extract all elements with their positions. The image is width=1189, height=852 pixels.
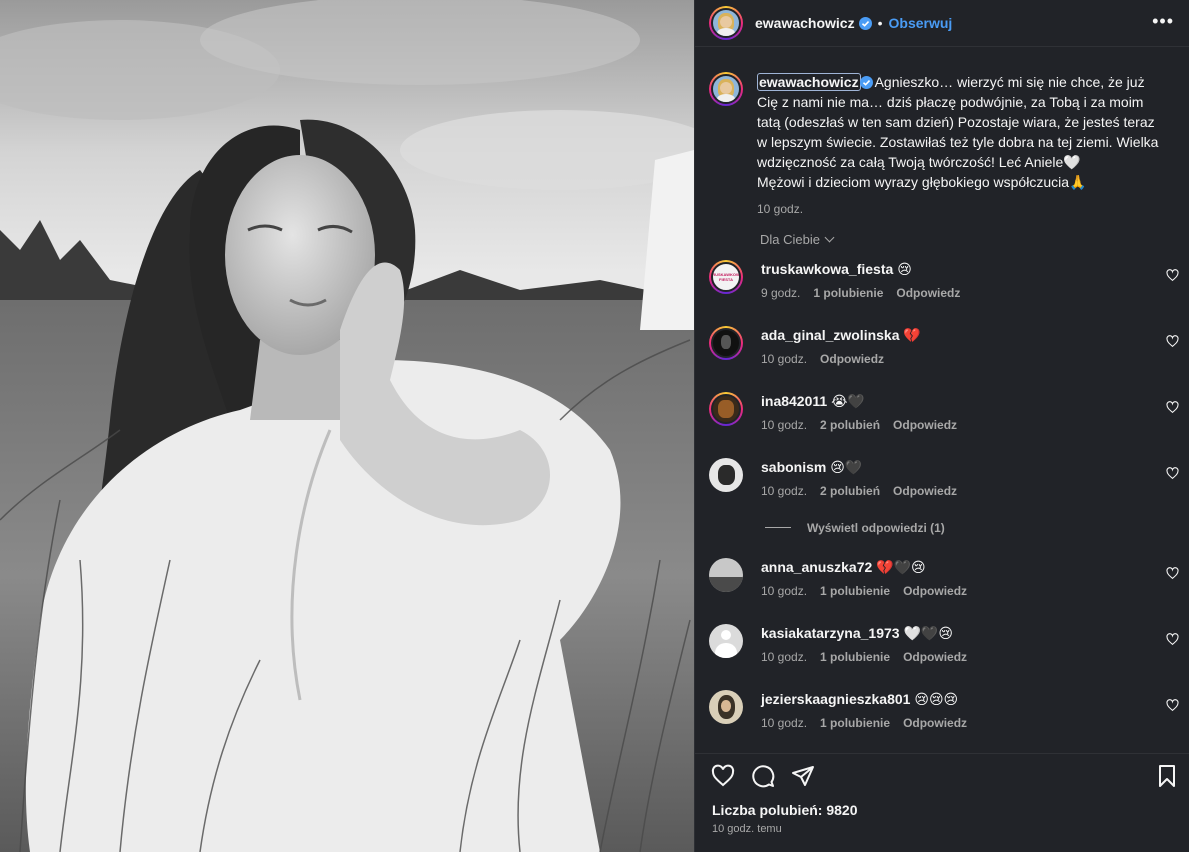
separator-dot: • bbox=[877, 15, 883, 31]
comment-item: anna_anuszka72 💔🖤😢 10 godz. 1 polubienie O… bbox=[709, 558, 1179, 618]
reply-button[interactable]: Odpowiedz bbox=[903, 650, 967, 664]
commenter-avatar[interactable] bbox=[709, 458, 743, 492]
chevron-down-icon bbox=[824, 232, 835, 243]
author-avatar[interactable] bbox=[709, 6, 743, 40]
post-actions bbox=[711, 764, 815, 788]
heart-icon[interactable] bbox=[1166, 633, 1179, 646]
avatar-logo-text: TRUSKAWKOWA FIESTA bbox=[711, 272, 741, 282]
comment-item: sabonism 😢🖤 10 godz. 2 polubień Odpowiedz bbox=[709, 458, 1179, 518]
comment-time[interactable]: 10 godz. bbox=[761, 584, 807, 598]
commenter-avatar[interactable]: TRUSKAWKOWA FIESTA bbox=[709, 260, 743, 294]
reply-button[interactable]: Odpowiedz bbox=[893, 484, 957, 498]
post-photo[interactable] bbox=[0, 0, 694, 852]
comment-likes[interactable]: 1 polubienie bbox=[813, 286, 883, 300]
sort-label: Dla Ciebie bbox=[760, 232, 820, 247]
post-footer: Liczba polubień: 9820 10 godz. temu bbox=[695, 753, 1189, 852]
comment-text: 🤍🖤😢 bbox=[903, 625, 953, 641]
comment-time[interactable]: 10 godz. bbox=[761, 352, 807, 366]
commenter-avatar[interactable] bbox=[709, 392, 743, 426]
comment-text: 😢😢😢 bbox=[914, 691, 959, 707]
caption-text-line2: Mężowi i dzieciom wyrazy głębokiego wspó… bbox=[757, 174, 1087, 190]
post-caption: ewawachowicz Agnieszko… wierzyć mi się ni… bbox=[709, 72, 1179, 219]
comment-username[interactable]: jezierskaagnieszka801 bbox=[761, 691, 910, 707]
comment-sort-dropdown[interactable]: Dla Ciebie bbox=[760, 232, 835, 247]
comment-time[interactable]: 10 godz. bbox=[761, 484, 807, 498]
comment-likes[interactable]: 2 polubień bbox=[820, 418, 880, 432]
reply-button[interactable]: Odpowiedz bbox=[903, 716, 967, 730]
heart-icon[interactable] bbox=[1166, 335, 1179, 348]
commenter-avatar[interactable] bbox=[709, 558, 743, 592]
heart-icon[interactable] bbox=[1166, 269, 1179, 282]
comment-username[interactable]: ina842011 bbox=[761, 393, 827, 409]
comment-item: ina842011 😭🖤 10 godz. 2 polubień Odpowiedz bbox=[709, 392, 1179, 452]
caption-username[interactable]: ewawachowicz bbox=[757, 73, 861, 91]
replies-divider-line bbox=[765, 527, 791, 528]
verified-badge-icon bbox=[858, 16, 872, 30]
comment-item: kasiakatarzyna_1973 🤍🖤😢 10 godz. 1 polubi… bbox=[709, 624, 1179, 684]
comment-likes[interactable]: 2 polubień bbox=[820, 484, 880, 498]
comment-time[interactable]: 9 godz. bbox=[761, 286, 800, 300]
heart-icon[interactable] bbox=[1166, 699, 1179, 712]
comment-text: 😭🖤 bbox=[831, 393, 865, 409]
like-count[interactable]: Liczba polubień: 9820 bbox=[712, 802, 857, 818]
comment-username[interactable]: kasiakatarzyna_1973 bbox=[761, 625, 900, 641]
comment-likes[interactable]: 1 polubienie bbox=[820, 650, 890, 664]
comment-likes[interactable]: 1 polubienie bbox=[820, 716, 890, 730]
view-replies-button[interactable]: Wyświetl odpowiedzi (1) bbox=[765, 521, 945, 535]
comment-time[interactable]: 10 godz. bbox=[761, 418, 807, 432]
comment-username[interactable]: anna_anuszka72 bbox=[761, 559, 872, 575]
comment-username[interactable]: truskawkowa_fiesta bbox=[761, 261, 893, 277]
post-header: ewawachowicz • Obserwuj ••• bbox=[695, 0, 1189, 47]
heart-icon[interactable] bbox=[1166, 401, 1179, 414]
comment-text: 😢 bbox=[897, 261, 912, 277]
heart-icon[interactable] bbox=[1166, 567, 1179, 580]
author-username[interactable]: ewawachowicz bbox=[755, 15, 855, 31]
comment-time[interactable]: 10 godz. bbox=[761, 716, 807, 730]
post-timestamp: 10 godz. temu bbox=[712, 823, 782, 835]
bookmark-icon[interactable] bbox=[1156, 764, 1178, 788]
reply-button[interactable]: Odpowiedz bbox=[896, 286, 960, 300]
comments-scroll-area[interactable]: ewawachowicz Agnieszko… wierzyć mi się ni… bbox=[695, 48, 1189, 753]
comment-icon[interactable] bbox=[751, 764, 775, 788]
caption-author-avatar[interactable] bbox=[709, 72, 743, 106]
view-replies-label: Wyświetl odpowiedzi (1) bbox=[807, 521, 945, 535]
comment-item: jezierskaagnieszka801 😢😢😢 10 godz. 1 polu… bbox=[709, 690, 1179, 750]
comment-text: 💔🖤😢 bbox=[876, 559, 926, 575]
commenter-avatar[interactable] bbox=[709, 624, 743, 658]
caption-timestamp: 10 godz. bbox=[757, 202, 804, 216]
reply-button[interactable]: Odpowiedz bbox=[893, 418, 957, 432]
comment-item: TRUSKAWKOWA FIESTA truskawkowa_fiesta 😢 … bbox=[709, 260, 1179, 320]
comment-time[interactable]: 10 godz. bbox=[761, 650, 807, 664]
post-image-grayscale bbox=[0, 0, 694, 852]
comment-username[interactable]: ada_ginal_zwolinska bbox=[761, 327, 900, 343]
post-side-panel: ewawachowicz • Obserwuj ••• ewawachowicz… bbox=[694, 0, 1189, 852]
reply-button[interactable]: Odpowiedz bbox=[903, 584, 967, 598]
heart-icon[interactable] bbox=[1166, 467, 1179, 480]
commenter-avatar[interactable] bbox=[709, 326, 743, 360]
verified-badge-icon bbox=[859, 76, 873, 89]
comment-text: 💔 bbox=[903, 327, 921, 343]
comment-item: ada_ginal_zwolinska 💔 10 godz. Odpowiedz bbox=[709, 326, 1179, 386]
reply-button[interactable]: Odpowiedz bbox=[820, 352, 884, 366]
commenter-avatar[interactable] bbox=[709, 690, 743, 724]
comment-username[interactable]: sabonism bbox=[761, 459, 826, 475]
more-options-icon[interactable]: ••• bbox=[1152, 12, 1174, 30]
share-icon[interactable] bbox=[791, 764, 815, 788]
follow-button[interactable]: Obserwuj bbox=[889, 15, 953, 31]
like-heart-icon[interactable] bbox=[711, 764, 735, 788]
comment-likes[interactable]: 1 polubienie bbox=[820, 584, 890, 598]
comment-text: 😢🖤 bbox=[830, 459, 863, 475]
